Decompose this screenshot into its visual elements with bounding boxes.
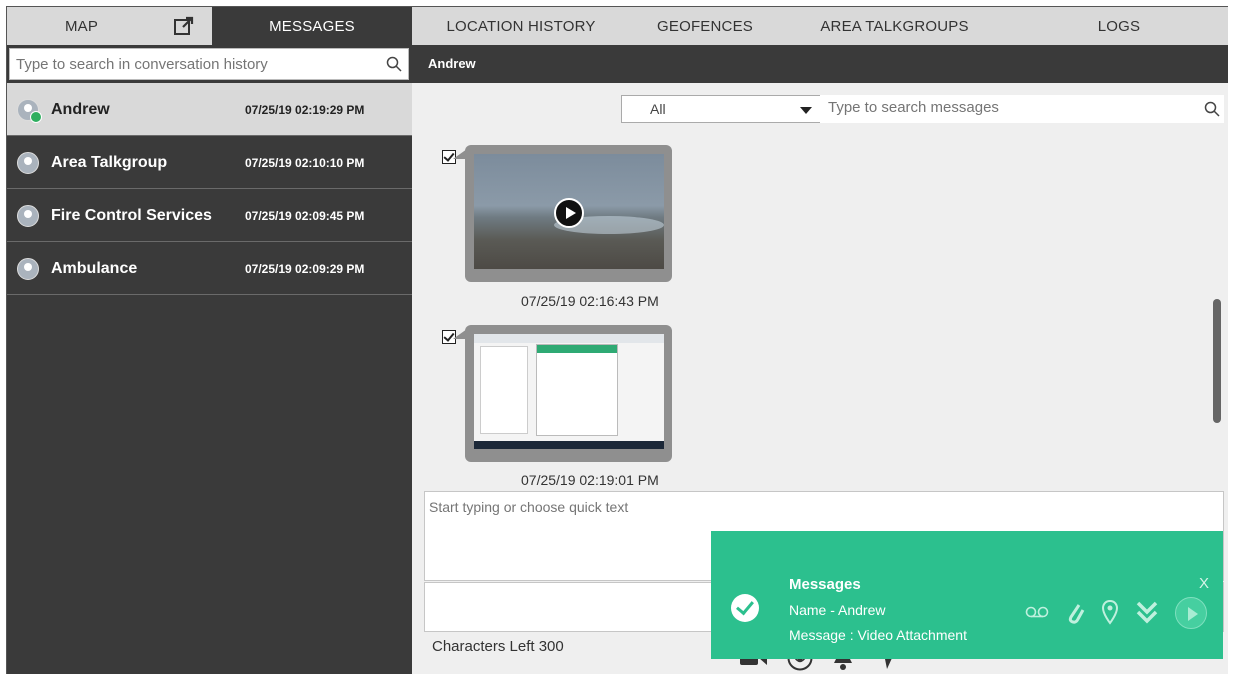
group-icon (17, 258, 39, 280)
conversation-search-input[interactable] (16, 55, 376, 73)
toast-close-button[interactable]: X (1199, 575, 1209, 592)
message-filter-select[interactable]: All (621, 95, 821, 123)
thumb-app-window (536, 344, 618, 436)
conversation-item[interactable]: Andrew 07/25/19 02:19:29 PM (7, 83, 412, 136)
chevron-down-icon (800, 107, 812, 114)
bubble-tail (453, 329, 467, 339)
message-filter-value: All (650, 101, 666, 117)
message-search-input[interactable] (828, 99, 1188, 116)
tab-area-talkgroups[interactable]: AREA TALKGROUPS (780, 7, 1009, 45)
tab-geofences[interactable]: GEOFENCES (630, 7, 780, 45)
conversation-name: Fire Control Services (51, 207, 212, 224)
search-icon[interactable] (1204, 101, 1220, 120)
location-pin-icon[interactable] (1101, 599, 1119, 628)
double-chevron-down-icon[interactable] (1135, 600, 1159, 627)
conversation-item[interactable]: Fire Control Services 07/25/19 02:09:45 … (7, 189, 412, 242)
message-search[interactable] (820, 95, 1224, 123)
toast-title: Messages (789, 576, 861, 593)
toast-name: Name - Andrew (789, 602, 886, 618)
thumb-file-list (480, 346, 528, 434)
video-thumbnail (474, 154, 664, 269)
online-check-icon (30, 111, 42, 123)
conversation-search[interactable] (9, 48, 409, 80)
chat-scrollbar[interactable] (1213, 299, 1221, 423)
user-icon (17, 99, 42, 123)
bubble-tail (453, 149, 467, 159)
toast-message: Message : Video Attachment (789, 627, 967, 643)
search-icon[interactable] (386, 56, 402, 75)
conversation-item[interactable]: Area Talkgroup 07/25/19 02:10:10 PM (7, 136, 412, 189)
conversation-time: 07/25/19 02:09:45 PM (245, 209, 365, 223)
message-notification-toast[interactable]: Messages Name - Andrew Message : Video A… (711, 531, 1223, 659)
conversation-item[interactable]: Ambulance 07/25/19 02:09:29 PM (7, 242, 412, 295)
check-circle-icon (731, 594, 759, 622)
popout-icon[interactable] (156, 7, 212, 45)
play-icon[interactable] (554, 198, 584, 228)
app-frame: MAP MESSAGES LOCATION HISTORY GEOFENCES … (6, 6, 1228, 674)
tab-map[interactable]: MAP (7, 7, 156, 45)
message-timestamp: 07/25/19 02:16:43 PM (521, 293, 659, 309)
conversation-time: 07/25/19 02:19:29 PM (245, 103, 365, 117)
conversation-name: Andrew (51, 101, 110, 118)
toast-action-icons (1025, 597, 1207, 629)
characters-left: Characters Left 300 (432, 638, 564, 655)
message-timestamp: 07/25/19 02:19:01 PM (521, 472, 659, 488)
conversation-time: 07/25/19 02:09:29 PM (245, 262, 365, 276)
conversation-time: 07/25/19 02:10:10 PM (245, 156, 365, 170)
thumb-toolbar (474, 334, 664, 343)
image-message-bubble[interactable] (453, 325, 672, 462)
paperclip-icon[interactable] (1065, 599, 1085, 628)
image-thumbnail (474, 334, 664, 449)
video-message-bubble[interactable] (453, 145, 672, 282)
conversation-name: Area Talkgroup (51, 154, 168, 171)
truck-icon (17, 205, 39, 227)
top-tab-bar: MAP MESSAGES LOCATION HISTORY GEOFENCES … (7, 7, 1228, 45)
conversation-name: Ambulance (51, 260, 138, 277)
tab-location-history[interactable]: LOCATION HISTORY (412, 7, 630, 45)
chat-header: Andrew (412, 45, 1228, 83)
tab-messages[interactable]: MESSAGES (212, 7, 412, 45)
conversation-list: Andrew 07/25/19 02:19:29 PM Area Talkgro… (7, 83, 412, 295)
group-icon (17, 152, 39, 174)
tab-logs[interactable]: LOGS (1009, 7, 1228, 45)
send-button[interactable] (1175, 597, 1207, 629)
thumb-taskbar (474, 441, 664, 449)
conversation-panel: Andrew 07/25/19 02:19:29 PM Area Talkgro… (7, 45, 412, 674)
voicemail-icon[interactable] (1025, 605, 1049, 622)
